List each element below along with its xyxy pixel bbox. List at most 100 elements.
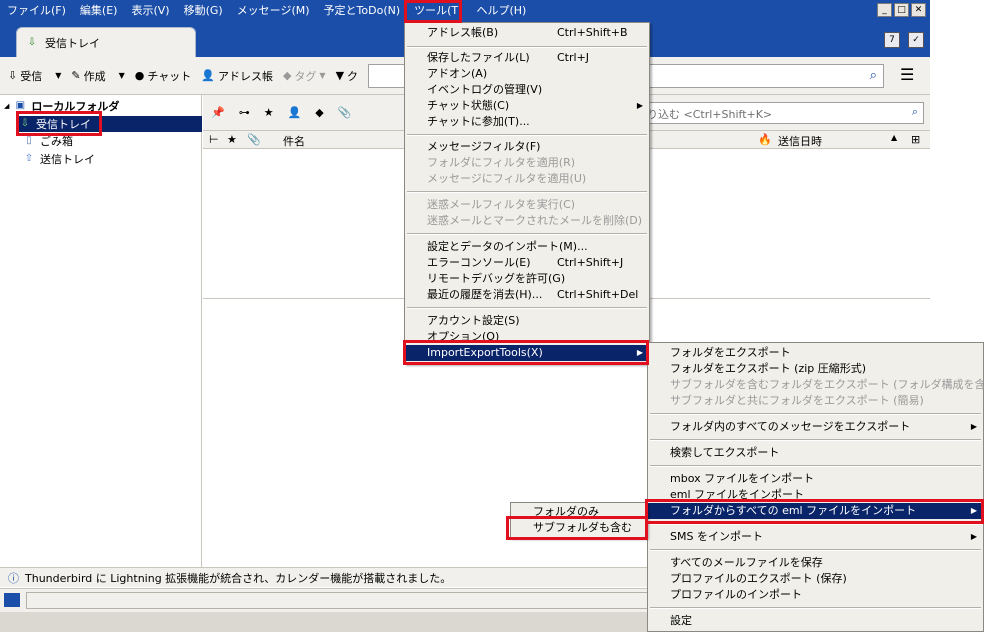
iet-import-mbox[interactable]: mbox ファイルをインポート [648,471,983,487]
menu-separator [407,134,647,136]
menu-view[interactable]: 表示(V) [124,0,176,22]
menu-item-error-console[interactable]: エラーコンソール(E) Ctrl+Shift+J [405,255,649,271]
pin-icon[interactable]: 📌 [211,106,225,119]
menu-events-tasks[interactable]: 予定とToDo(N) [317,0,408,22]
tag-icon: ◆ [282,69,292,82]
menu-item-account-settings[interactable]: アカウント設定(S) [405,313,649,329]
menu-go[interactable]: 移動(G) [177,0,230,22]
column-date[interactable]: 送信日時 [778,133,822,149]
attachment-icon[interactable]: 📎 [338,106,352,119]
online-status-icon[interactable] [4,593,20,607]
minimize-icon[interactable]: _ [877,3,892,17]
quick-filter-button[interactable]: ▼ ク [336,68,358,84]
iet-save-all-mail[interactable]: すべてのメールファイルを保存 [648,555,983,571]
menu-edit[interactable]: 編集(E) [73,0,125,22]
iet-export-folder[interactable]: フォルダをエクスポート [648,345,983,361]
close-icon[interactable]: ✕ [911,3,926,17]
junk-column-icon[interactable]: 🔥 [758,133,772,146]
eml-include-subfolders[interactable]: サブフォルダも含む [511,520,646,536]
column-picker-icon[interactable]: ⊞ [911,133,920,146]
calendar-icon[interactable]: 7 [884,32,900,48]
folder-inbox[interactable]: ⇩ 受信トレイ [18,116,202,132]
column-subject[interactable]: 件名 [283,133,305,149]
tasks-icon[interactable]: ✓ [908,32,924,48]
eml-folder-only[interactable]: フォルダのみ [511,504,646,520]
menu-message[interactable]: メッセージ(M) [230,0,317,22]
menu-separator [650,607,981,609]
menu-item-chat-status[interactable]: チャット状態(C) ▶ [405,98,649,114]
window-controls: _ □ ✕ [877,3,926,17]
tab-label: 受信トレイ [45,36,100,50]
expand-icon[interactable]: ◢ [4,102,9,110]
maximize-icon[interactable]: □ [894,3,909,17]
sort-asc-icon: ▲ [891,133,898,142]
menu-item-import[interactable]: 設定とデータのインポート(M)... [405,239,649,255]
menu-item-event-log[interactable]: イベントログの管理(V) [405,82,649,98]
iet-export-folder-with-structure: サブフォルダを含むフォルダをエクスポート (フォルダ構成を含む) [670,378,984,391]
menu-separator [407,46,647,48]
menu-item-message-filters[interactable]: メッセージフィルタ(F) [405,139,649,155]
iet-search-export[interactable]: 検索してエクスポート [648,445,983,461]
menu-item-join-chat[interactable]: チャットに参加(T)... [405,114,649,130]
computer-icon: ▣ [15,100,26,111]
search-icon: ⌕ [911,105,918,118]
contact-icon[interactable]: 👤 [288,106,302,119]
attachment-column-icon[interactable]: 📎 [247,133,261,146]
menu-separator [650,549,981,551]
menu-item-remote-debug[interactable]: リモートデバッグを許可(G) [405,271,649,287]
folder-pane: ◢ ▣ ローカルフォルダ ⇩ 受信トレイ ▯ ごみ箱 ⇧ 送信トレイ [0,95,202,567]
chevron-down-icon[interactable]: ▼ [55,71,61,80]
menu-separator [650,439,981,441]
menu-item-addons[interactable]: アドオン(A) [405,66,649,82]
menu-item-saved-files[interactable]: 保存したファイル(L) Ctrl+J [405,50,649,66]
submenu-arrow-icon: ▶ [970,532,977,541]
eml-import-submenu: フォルダのみ サブフォルダも含む [510,502,647,538]
iet-export-profile[interactable]: プロファイルのエクスポート (保存) [648,571,983,587]
tag-button[interactable]: ◆ タグ ▼ [283,68,326,84]
submenu-arrow-icon: ▶ [636,348,643,357]
chat-button[interactable]: ● チャット [135,68,192,84]
get-mail-button[interactable]: ⇩ 受信 ▼ [8,68,61,84]
submenu-arrow-icon: ▶ [970,506,977,515]
star-column-icon[interactable]: ★ [227,133,237,146]
iet-import-all-eml-from-folder[interactable]: フォルダからすべての eml ファイルをインポート ▶ [648,503,983,519]
iet-import-profile[interactable]: プロファイルのインポート [648,587,983,603]
quick-filter-input[interactable]: り込む <Ctrl+Shift+K> ⌕ [640,102,924,124]
tag-icon[interactable]: ◆ [315,106,323,119]
folder-sent[interactable]: ⇧ 送信トレイ [22,151,95,167]
menu-help[interactable]: ヘルプ(H) [469,0,533,22]
iet-settings[interactable]: 設定 [648,613,983,629]
star-icon[interactable]: ★ [264,106,274,119]
notification-text: Thunderbird に Lightning 拡張機能が統合され、カレンダー機… [25,571,452,585]
menu-item-address-book[interactable]: アドレス帳(B) Ctrl+Shift+B [405,25,649,41]
chevron-down-icon[interactable]: ▼ [119,71,125,80]
address-book-button[interactable]: 👤 アドレス帳 [201,68,273,84]
folder-local-folders[interactable]: ◢ ▣ ローカルフォルダ [4,98,119,114]
info-icon: ⓘ [8,571,19,585]
person-icon: 👤 [201,69,215,82]
tab-inbox[interactable]: ⇩ 受信トレイ [16,27,196,57]
menu-item-clear-history[interactable]: 最近の履歴を消去(H)... Ctrl+Shift+Del [405,287,649,303]
menu-separator [407,233,647,235]
menu-separator [407,191,647,193]
menu-tools[interactable]: ツール(T) [407,0,469,22]
trash-icon: ▯ [26,135,32,146]
app-menu-icon[interactable]: ☰ [900,66,918,84]
thread-column-icon[interactable]: ⊢ [209,133,219,146]
menu-item-options[interactable]: オプション(O) [405,329,649,345]
menu-bar: ファイル(F) 編集(E) 表示(V) 移動(G) メッセージ(M) 予定とTo… [0,0,930,22]
thread-icon[interactable]: ⊶ [239,106,250,119]
importexporttools-submenu: フォルダをエクスポート フォルダをエクスポート (zip 圧縮形式) サブフォル… [647,342,984,632]
iet-export-folder-zip[interactable]: フォルダをエクスポート (zip 圧縮形式) [648,361,983,377]
menu-item-importexporttools[interactable]: ImportExportTools(X) ▶ [405,345,649,361]
menu-separator [650,523,981,525]
menu-file[interactable]: ファイル(F) [0,0,73,22]
folder-trash[interactable]: ▯ ごみ箱 [22,133,73,149]
iet-import-eml[interactable]: eml ファイルをインポート [648,487,983,503]
iet-export-all-messages[interactable]: フォルダ内のすべてのメッセージをエクスポート ▶ [648,419,983,435]
iet-import-sms[interactable]: SMS をインポート ▶ [648,529,983,545]
write-button[interactable]: ✎ 作成 ▼ [71,68,124,84]
submenu-arrow-icon: ▶ [970,422,977,431]
submenu-arrow-icon: ▶ [636,101,643,110]
chevron-down-icon: ▼ [319,71,326,80]
